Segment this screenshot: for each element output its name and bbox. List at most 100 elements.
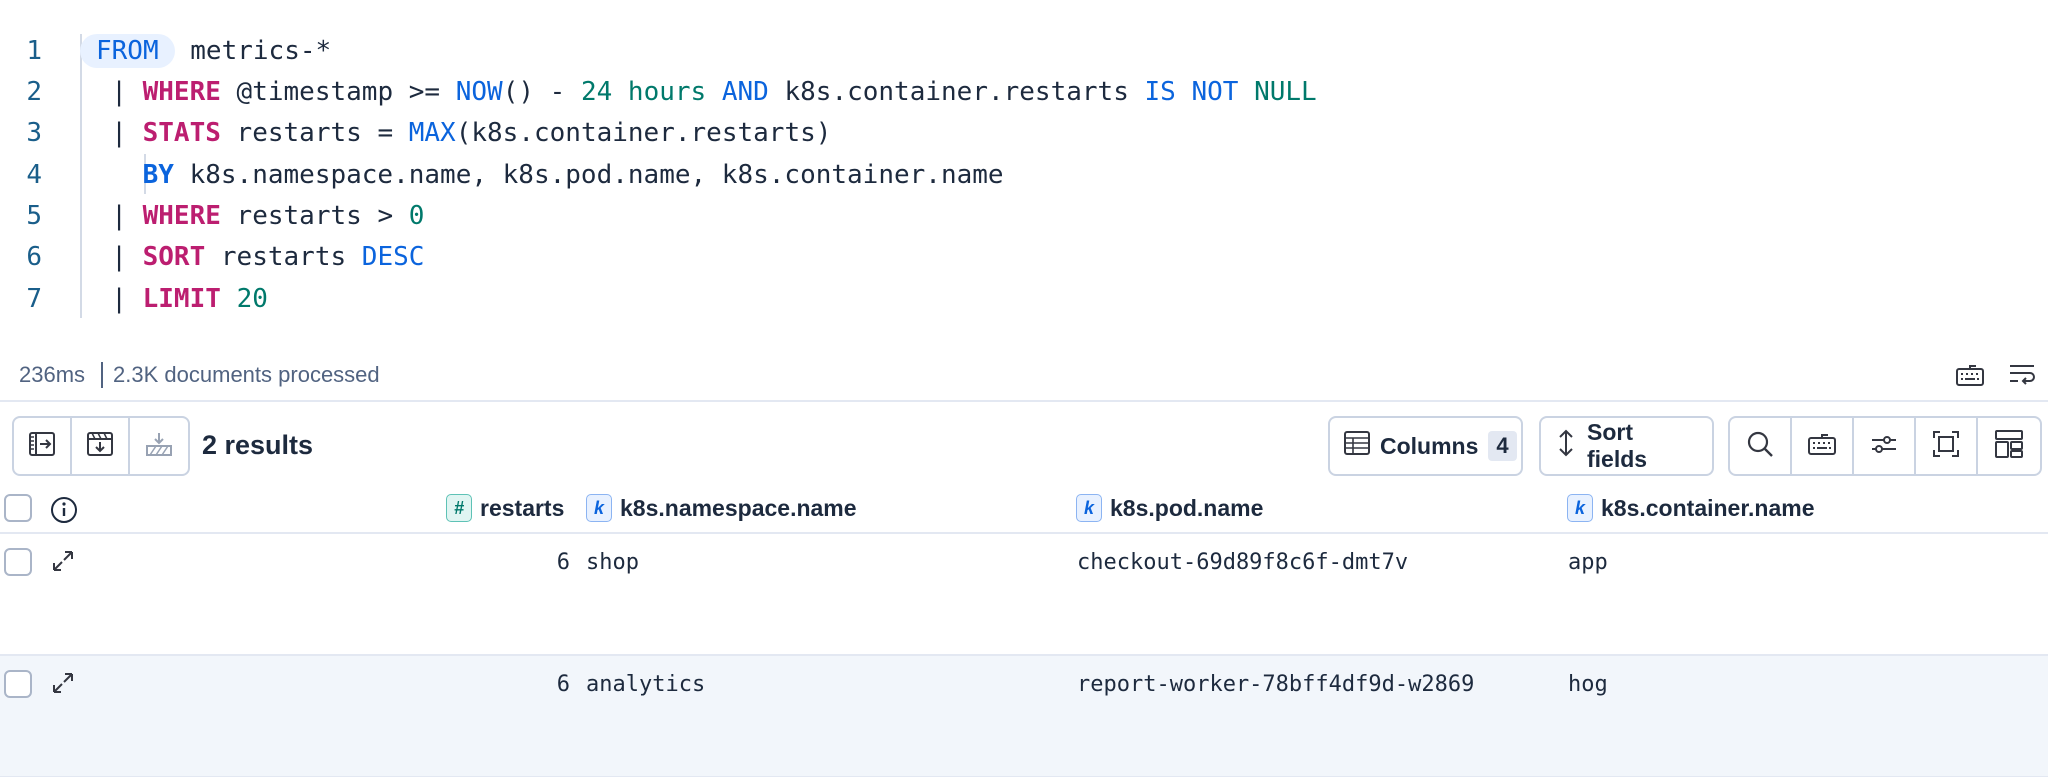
select-all-checkbox[interactable] <box>4 494 32 522</box>
keyword-type-icon: k <box>1076 494 1102 522</box>
code-token: | <box>80 117 143 148</box>
search-icon <box>1746 430 1774 463</box>
query-editor[interactable]: 1 FROM metrics-* 2 | WHERE @timestamp >= N… <box>0 0 2048 335</box>
expand-row-icon[interactable] <box>50 548 76 580</box>
column-label: k8s.namespace.name <box>620 494 857 521</box>
section-divider <box>0 400 2048 402</box>
code-token: () - <box>502 76 581 107</box>
code-token: metrics-* <box>174 35 332 66</box>
code-token: | <box>80 283 143 314</box>
line-number: 1 <box>26 35 42 66</box>
keyword-type-icon: k <box>586 494 612 522</box>
column-header-pod[interactable]: k k8s.pod.name <box>1076 494 1263 522</box>
cell-restarts: 6 <box>556 672 570 697</box>
code-line[interactable]: 2 | WHERE @timestamp >= NOW() - 24 hours… <box>0 71 2048 112</box>
row-checkbox[interactable] <box>4 670 32 698</box>
save-button[interactable] <box>130 418 188 474</box>
code-text: | LIMIT 20 <box>80 284 268 314</box>
word-wrap-icon[interactable] <box>2006 360 2038 390</box>
columns-label: Columns <box>1380 432 1479 459</box>
code-token: BY <box>142 159 174 190</box>
right-button-group <box>1728 416 2042 476</box>
results-table: # restarts k k8s.namespace.name k k8s.po… <box>0 484 2048 777</box>
code-token: 24 hours <box>580 76 707 107</box>
column-header-namespace[interactable]: k k8s.namespace.name <box>586 494 857 522</box>
code-token: IS NOT <box>1144 76 1239 107</box>
info-icon[interactable] <box>50 496 78 530</box>
table-icon <box>1344 430 1370 462</box>
code-token: @timestamp >= <box>220 76 456 107</box>
code-token: restarts > <box>220 200 409 231</box>
line-number: 5 <box>26 200 42 231</box>
keyboard-shortcuts-icon[interactable] <box>1954 360 1986 390</box>
sort-fields-button[interactable]: Sort fields <box>1539 416 1714 476</box>
expand-panel-icon <box>28 430 56 463</box>
fullscreen-button[interactable] <box>1916 418 1978 474</box>
layout-button[interactable] <box>1978 418 2040 474</box>
code-token: | <box>80 241 143 272</box>
code-token: STATS <box>142 117 221 148</box>
column-header-restarts[interactable]: # restarts <box>446 494 564 522</box>
search-button[interactable] <box>1730 418 1792 474</box>
code-line[interactable]: 3 | STATS restarts = MAX (k8s.container.r… <box>0 112 2048 153</box>
fullscreen-icon <box>1932 430 1960 463</box>
code-line[interactable]: 6 | SORT restarts DESC <box>0 236 2048 277</box>
table-header: # restarts k k8s.namespace.name k k8s.po… <box>0 484 2048 534</box>
display-settings-button[interactable] <box>1854 418 1916 474</box>
code-token: SORT <box>142 241 206 272</box>
column-label: k8s.pod.name <box>1110 494 1264 521</box>
keyword-type-icon: k <box>1567 494 1593 522</box>
code-line[interactable]: 5 | WHERE restarts > 0 <box>0 195 2048 236</box>
query-duration: 236ms <box>19 362 86 387</box>
keyboard-button[interactable] <box>1792 418 1854 474</box>
expand-row-icon[interactable] <box>50 670 76 702</box>
code-token: 20 <box>236 283 268 314</box>
cell-container: app <box>1568 550 1608 575</box>
code-token: restarts <box>205 241 362 272</box>
code-token: restarts = <box>220 117 409 148</box>
code-token: WHERE <box>142 76 221 107</box>
line-number: 2 <box>26 76 42 107</box>
code-token: | <box>80 200 143 231</box>
code-line[interactable]: 4 BY k8s.namespace.name, k8s.pod.name, k… <box>0 154 2048 195</box>
code-line[interactable]: 7 | LIMIT 20 <box>0 278 2048 319</box>
results-toolbar: 2 results Columns 4 Sort fields <box>0 416 2048 480</box>
code-token: LIMIT <box>142 283 221 314</box>
query-status-bar: 236ms 2.3K documents processed <box>0 352 2048 398</box>
code-token: k8s.namespace.name, k8s.pod.name, k8s.co… <box>173 159 1004 190</box>
line-number: 3 <box>26 117 42 148</box>
expand-panel-button[interactable] <box>14 418 72 474</box>
code-token: AND <box>721 76 769 107</box>
code-token: WHERE <box>142 200 221 231</box>
download-button[interactable] <box>72 418 130 474</box>
save-icon <box>145 430 173 463</box>
code-text: | STATS restarts = MAX (k8s.container.res… <box>80 118 831 148</box>
code-text: | WHERE @timestamp >= NOW() - 24 hours A… <box>80 76 1316 107</box>
cell-restarts: 6 <box>556 550 570 575</box>
cell-pod: checkout-69d89f8c6f-dmt7v <box>1077 550 1409 575</box>
code-text: | SORT restarts DESC <box>80 242 424 272</box>
code-token: DESC <box>361 241 425 272</box>
code-token: NOW <box>455 76 503 107</box>
row-checkbox[interactable] <box>4 548 32 576</box>
sort-fields-label: Sort fields <box>1587 419 1648 472</box>
table-row[interactable]: 6 analytics report-worker-78bff4df9d-w28… <box>0 656 2048 777</box>
code-text: | WHERE restarts > 0 <box>80 201 424 231</box>
columns-button[interactable]: Columns 4 <box>1328 416 1523 476</box>
table-row[interactable]: 6 shop checkout-69d89f8c6f-dmt7v app <box>0 534 2048 656</box>
cell-namespace: shop <box>586 550 639 575</box>
code-token: 0 <box>408 200 425 231</box>
line-number: 6 <box>26 241 42 272</box>
column-label: k8s.container.name <box>1601 494 1815 521</box>
code-line[interactable]: 1 FROM metrics-* <box>0 30 2048 71</box>
code-token: | <box>80 76 143 107</box>
layout-icon <box>1994 429 2024 464</box>
keyboard-icon <box>1808 433 1836 460</box>
column-header-container[interactable]: k k8s.container.name <box>1567 494 1815 522</box>
code-token: MAX <box>408 117 456 148</box>
sort-icon <box>1555 429 1577 463</box>
cell-pod: report-worker-78bff4df9d-w2869 <box>1077 672 1475 697</box>
